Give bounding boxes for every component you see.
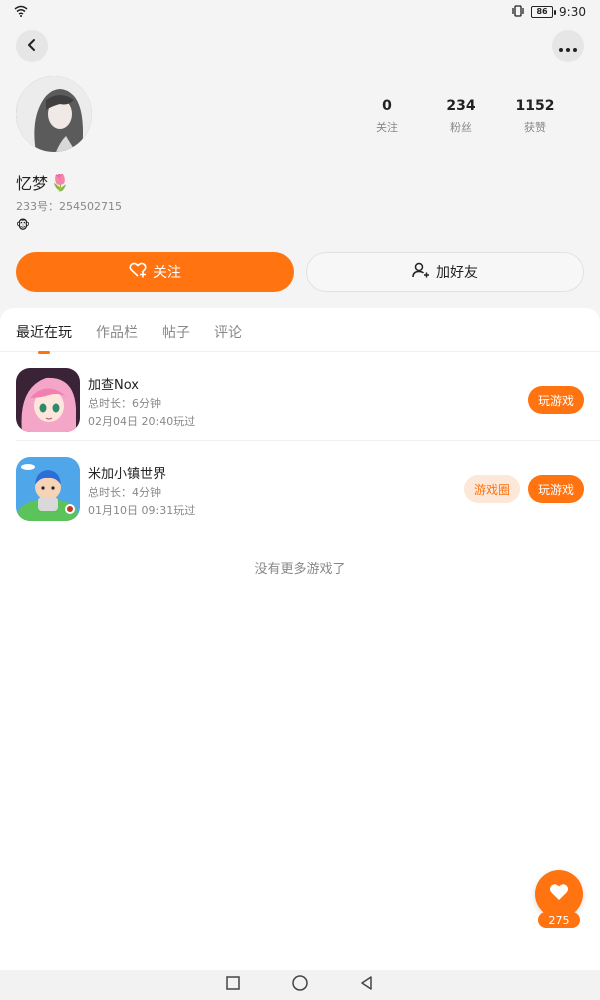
play-game-button[interactable]: 玩游戏 [528, 475, 584, 503]
tab-comments[interactable]: 评论 [214, 322, 242, 352]
wifi-icon [14, 5, 28, 20]
monkey-badge-icon: 🐵 [16, 218, 30, 232]
content-panel: 最近在玩 作品栏 帖子 评论 加查Nox 总时长：6分钟 02月04日 20:4… [0, 308, 600, 970]
more-button[interactable] [552, 30, 584, 62]
profile-name-row: 忆梦 🌷 [16, 170, 70, 194]
game-title: 米加小镇世界 [88, 467, 167, 482]
system-nav-bar [0, 970, 600, 1000]
game-last-played: 01月10日 09:31玩过 [88, 504, 196, 517]
status-bar: 86 9:30 [0, 0, 600, 24]
game-circle-button[interactable]: 游戏圈 [464, 475, 520, 503]
no-more-games-text: 没有更多游戏了 [254, 562, 346, 577]
back-button[interactable] [16, 30, 48, 62]
tulip-icon: 🌷 [50, 172, 70, 192]
heart-icon [549, 883, 569, 905]
game-icon-miga-town[interactable] [16, 457, 80, 521]
play-game-button[interactable]: 玩游戏 [528, 386, 584, 414]
follow-button[interactable]: 关注 [16, 252, 294, 292]
game-duration: 总时长：6分钟 [88, 397, 161, 410]
game-last-played: 02月04日 20:40玩过 [88, 415, 196, 428]
clock-time: 9:30 [559, 5, 586, 19]
tab-recently-played[interactable]: 最近在玩 [16, 322, 72, 352]
profile-stats: 0 关注 234 粉丝 1152 获赞 [350, 98, 584, 135]
game-icon-gacha-nox[interactable] [16, 368, 80, 432]
game-row[interactable]: 米加小镇世界 总时长：4分钟 01月10日 09:31玩过 游戏圈 玩游戏 [16, 440, 600, 528]
heart-plus-icon [129, 262, 147, 282]
avatar[interactable] [16, 76, 92, 152]
tab-bar: 最近在玩 作品栏 帖子 评论 [0, 308, 600, 352]
like-fab-button[interactable] [535, 870, 583, 918]
stat-value: 234 [446, 98, 476, 114]
battery-icon: 86 [531, 6, 557, 18]
profile-name: 忆梦 [16, 174, 49, 193]
chevron-left-icon [26, 37, 38, 56]
home-circle-icon[interactable] [291, 974, 309, 996]
game-title: 加查Nox [88, 378, 139, 393]
battery-level: 86 [536, 7, 548, 16]
profile-uid: 233号：254502715 [16, 200, 122, 213]
stat-followers[interactable]: 234 粉丝 [424, 98, 498, 135]
recents-square-icon[interactable] [225, 975, 241, 995]
more-dots-icon [559, 37, 577, 56]
tab-posts[interactable]: 帖子 [162, 322, 190, 352]
stat-following[interactable]: 0 关注 [350, 98, 424, 135]
stat-likes[interactable]: 1152 获赞 [498, 98, 572, 135]
game-row[interactable]: 加查Nox 总时长：6分钟 02月04日 20:40玩过 玩游戏 [16, 352, 600, 440]
vibrate-icon [511, 4, 525, 20]
tab-works[interactable]: 作品栏 [96, 322, 138, 352]
stat-value: 0 [382, 98, 392, 114]
add-user-icon [412, 262, 430, 282]
status-right: 86 9:30 [511, 4, 586, 20]
add-friend-label: 加好友 [436, 265, 478, 281]
stat-label: 获赞 [524, 121, 546, 134]
stat-value: 1152 [515, 98, 555, 114]
follow-label: 关注 [153, 265, 181, 281]
stat-label: 关注 [376, 121, 398, 134]
game-duration: 总时长：4分钟 [88, 486, 161, 499]
stat-label: 粉丝 [450, 121, 472, 134]
add-friend-button[interactable]: 加好友 [306, 252, 584, 292]
like-count-badge: 275 [538, 912, 580, 928]
back-triangle-icon[interactable] [359, 975, 375, 995]
